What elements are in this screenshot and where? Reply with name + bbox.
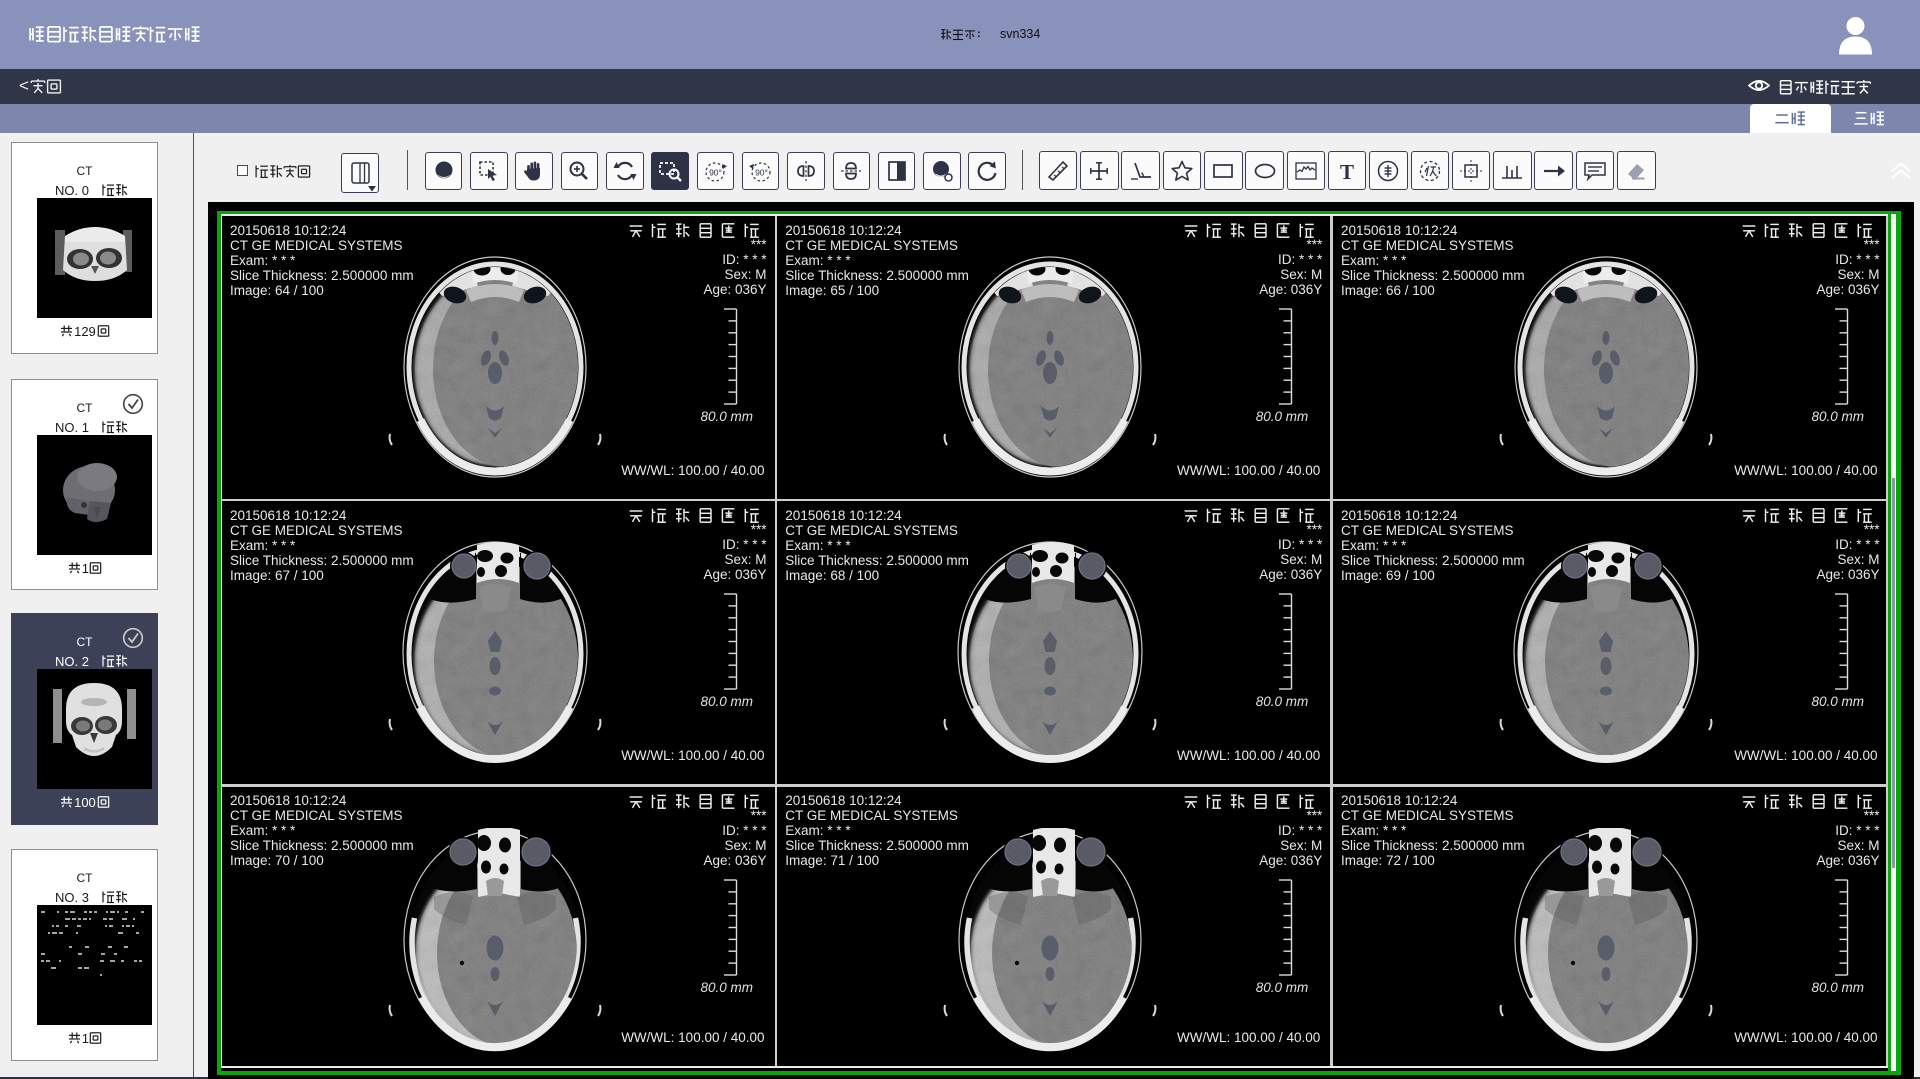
svg-text:90°: 90°: [709, 168, 722, 178]
svg-text:90°: 90°: [755, 168, 768, 178]
svg-text:T: T: [1340, 160, 1354, 184]
